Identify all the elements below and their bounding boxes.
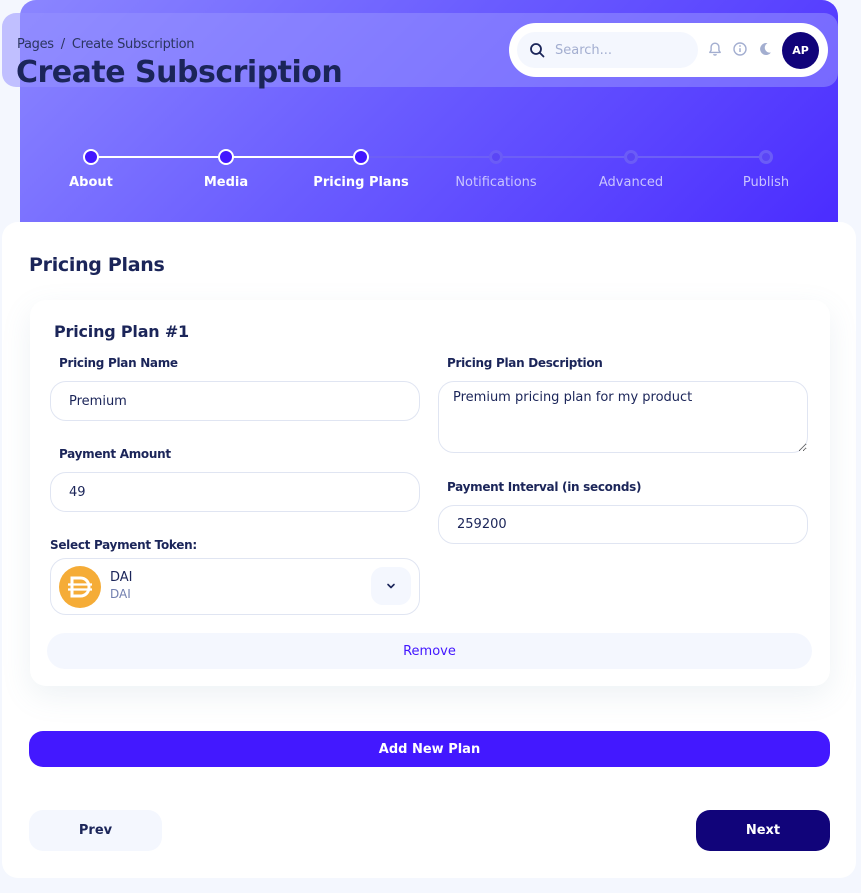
search-icon — [530, 43, 545, 58]
avatar[interactable]: AP — [782, 32, 819, 69]
step-dot-notifications[interactable] — [489, 150, 503, 164]
payment-interval-input[interactable] — [438, 505, 808, 544]
breadcrumb-current[interactable]: Create Subscription — [72, 37, 195, 52]
plan-description-label: Pricing Plan Description — [447, 356, 603, 370]
payment-token-label: Select Payment Token: — [50, 538, 197, 552]
payment-token-select[interactable]: DAI DAI — [50, 558, 420, 615]
section-title: Pricing Plans — [29, 254, 165, 276]
search-input[interactable] — [555, 42, 685, 58]
token-dropdown-button[interactable] — [371, 567, 411, 605]
info-icon[interactable] — [732, 41, 748, 57]
step-dot-media[interactable] — [218, 149, 234, 165]
step-label-pricing-plans[interactable]: Pricing Plans — [313, 175, 408, 190]
form-card: Pricing Plans Pricing Plan #1 Pricing Pl… — [2, 222, 856, 878]
payment-amount-label: Payment Amount — [59, 447, 171, 461]
breadcrumb-root[interactable]: Pages — [17, 37, 54, 52]
moon-icon[interactable] — [757, 41, 773, 57]
step-label-about[interactable]: About — [69, 175, 113, 190]
breadcrumb-separator: / — [60, 37, 65, 52]
next-button[interactable]: Next — [696, 810, 830, 851]
payment-amount-input[interactable] — [50, 472, 420, 512]
breadcrumb: Pages / Create Subscription — [17, 37, 195, 52]
plan-name-input[interactable] — [50, 381, 420, 421]
remove-plan-button[interactable]: Remove — [47, 633, 812, 669]
step-connector — [496, 156, 631, 158]
plan-description-textarea[interactable]: Premium pricing plan for my product — [438, 381, 808, 453]
step-dot-publish[interactable] — [759, 150, 773, 164]
bell-icon[interactable] — [707, 41, 723, 57]
dai-token-icon — [59, 566, 101, 608]
step-connector — [91, 156, 226, 158]
prev-button[interactable]: Prev — [29, 810, 162, 851]
payment-interval-label: Payment Interval (in seconds) — [447, 480, 642, 494]
step-connector — [631, 156, 766, 158]
chevron-down-icon — [387, 583, 395, 589]
plan-name-label: Pricing Plan Name — [59, 356, 178, 370]
plan-title: Pricing Plan #1 — [54, 322, 189, 341]
search-bar[interactable] — [517, 32, 698, 68]
navbar-actions: AP — [509, 23, 828, 77]
step-dot-advanced[interactable] — [624, 150, 638, 164]
step-dot-about[interactable] — [83, 149, 99, 165]
step-connector — [361, 156, 496, 158]
pricing-plan-card: Pricing Plan #1 Pricing Plan Name Pricin… — [30, 300, 830, 686]
progress-stepper: About Media Pricing Plans Notifications … — [20, 140, 838, 200]
step-label-media[interactable]: Media — [204, 175, 248, 190]
step-label-publish[interactable]: Publish — [743, 175, 789, 190]
page-title: Create Subscription — [16, 55, 343, 90]
token-symbol: DAI — [110, 587, 131, 601]
step-dot-pricing-plans[interactable] — [353, 149, 369, 165]
add-new-plan-button[interactable]: Add New Plan — [29, 731, 830, 767]
token-name: DAI — [110, 570, 133, 585]
step-label-advanced[interactable]: Advanced — [599, 175, 663, 190]
step-label-notifications[interactable]: Notifications — [455, 175, 536, 190]
step-connector — [226, 156, 361, 158]
